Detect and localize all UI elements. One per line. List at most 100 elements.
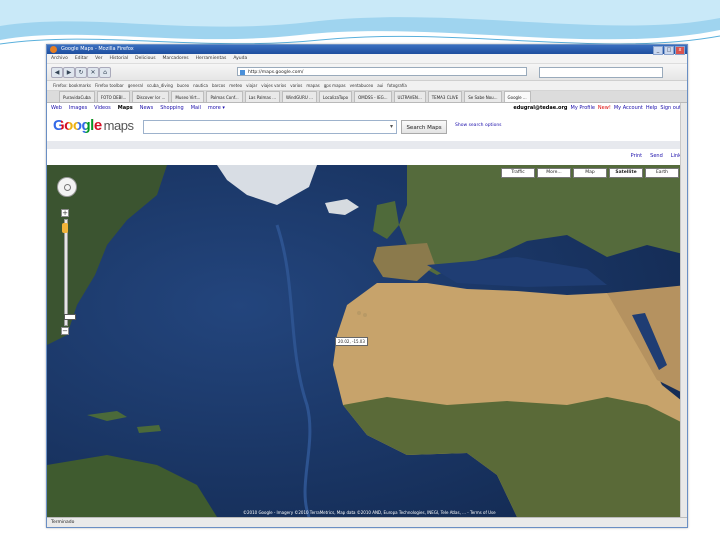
bookmark-item[interactable]: aui bbox=[377, 81, 383, 90]
tab[interactable]: Palmas Conf... bbox=[206, 91, 243, 102]
site-favicon bbox=[240, 70, 245, 75]
maps-search-input[interactable]: ▾ bbox=[143, 120, 397, 134]
chevron-down-icon[interactable]: ▾ bbox=[390, 123, 393, 130]
show-search-options-link[interactable]: Show search options bbox=[455, 123, 502, 128]
bookmark-item[interactable]: meteo bbox=[229, 81, 242, 90]
satellite-button[interactable]: Satellite bbox=[609, 168, 643, 178]
google-maps-logo[interactable]: Google maps bbox=[53, 117, 134, 134]
my-profile-link[interactable]: My Profile bbox=[571, 103, 595, 113]
bookmarks-toolbar: Firefox: bookmarks Firefox toolbar gener… bbox=[47, 81, 687, 91]
stop-button[interactable]: ✕ bbox=[87, 67, 99, 78]
page-content: Web Images Videos Maps News Shopping Mai… bbox=[47, 103, 687, 517]
menu-historial[interactable]: Historial bbox=[110, 54, 129, 63]
bookmark-item[interactable]: ventabuceo bbox=[350, 81, 374, 90]
bookmark-item[interactable]: mapas bbox=[306, 81, 319, 90]
tab[interactable]: Museo Virt... bbox=[171, 91, 205, 102]
nav-more[interactable]: more ▾ bbox=[208, 103, 225, 113]
tab[interactable]: ULTRAVEN... bbox=[393, 91, 426, 102]
pan-control[interactable] bbox=[57, 177, 77, 197]
zoom-slider-thumb[interactable] bbox=[64, 314, 76, 320]
bookmark-item[interactable]: viajes varios bbox=[261, 81, 286, 90]
home-button[interactable]: ⌂ bbox=[99, 67, 111, 78]
satellite-map[interactable]: Traffic More... Map Satellite Earth + − … bbox=[47, 165, 687, 517]
menu-herramientas[interactable]: Herramientas bbox=[196, 54, 227, 63]
window-title: Google Maps - Mozilla Firefox bbox=[61, 46, 134, 52]
bookmark-item[interactable]: viajar bbox=[246, 81, 257, 90]
zoom-out-button[interactable]: − bbox=[61, 327, 69, 335]
status-bar: Terminado bbox=[47, 517, 687, 527]
minimize-button[interactable]: _ bbox=[653, 46, 663, 55]
search-maps-button[interactable]: Search Maps bbox=[401, 120, 447, 134]
map-attribution: ©2010 Google - Imagery ©2010 TerraMetric… bbox=[243, 510, 496, 515]
menu-delicious[interactable]: Delicious bbox=[135, 54, 155, 63]
send-link[interactable]: Send bbox=[650, 153, 663, 159]
nav-news[interactable]: News bbox=[140, 103, 154, 113]
nav-videos[interactable]: Videos bbox=[94, 103, 111, 113]
tab[interactable]: OMDSS - IEG... bbox=[354, 91, 392, 102]
tab[interactable]: Se Sabe Nou... bbox=[464, 91, 502, 102]
nav-shopping[interactable]: Shopping bbox=[160, 103, 183, 113]
window-controls: _ □ x bbox=[653, 46, 685, 55]
forward-button[interactable]: ▶ bbox=[63, 67, 75, 78]
bookmark-item[interactable]: barcos bbox=[212, 81, 225, 90]
more-button[interactable]: More... bbox=[537, 168, 571, 178]
navigation-toolbar: ◀ ▶ ↻ ✕ ⌂ http://maps.google.com/ bbox=[47, 64, 687, 81]
bookmark-item[interactable]: scuba_diving bbox=[147, 81, 173, 90]
bookmark-item[interactable]: varios bbox=[290, 81, 302, 90]
nav-web[interactable]: Web bbox=[51, 103, 62, 113]
canary-islands bbox=[363, 313, 367, 317]
logo-google: Google bbox=[53, 117, 102, 134]
tab[interactable]: TEMA3 CLIVE bbox=[427, 91, 463, 102]
logo-maps: maps bbox=[103, 118, 134, 133]
bookmark-item[interactable]: general bbox=[128, 81, 143, 90]
pegman-icon[interactable] bbox=[62, 223, 68, 233]
map-actions: Print Send Link bbox=[631, 153, 681, 159]
new-badge[interactable]: New! bbox=[598, 103, 611, 113]
close-button[interactable]: x bbox=[675, 46, 685, 55]
canary-islands bbox=[357, 311, 361, 315]
url-bar[interactable]: http://maps.google.com/ bbox=[237, 67, 527, 76]
bookmark-item[interactable]: Firefox toolbar bbox=[95, 81, 124, 90]
map-type-controls: Traffic More... Map Satellite Earth bbox=[501, 168, 679, 178]
tab[interactable]: FOTO DEBI... bbox=[96, 91, 131, 102]
tab[interactable]: WindGURU ... bbox=[282, 91, 317, 102]
browser-search-input[interactable] bbox=[539, 67, 663, 78]
google-nav-bar: Web Images Videos Maps News Shopping Mai… bbox=[47, 103, 687, 113]
bookmark-item[interactable]: Firefox: bookmarks bbox=[53, 81, 91, 90]
bookmark-item[interactable]: nautica bbox=[193, 81, 208, 90]
traffic-button[interactable]: Traffic bbox=[501, 168, 535, 178]
header-divider bbox=[47, 141, 687, 149]
earth-button[interactable]: Earth bbox=[645, 168, 679, 178]
tab-strip: PuravidaCuba FOTO DEBI... Discover lor .… bbox=[47, 91, 687, 103]
bookmark-item[interactable]: buceo bbox=[177, 81, 189, 90]
bookmark-item[interactable]: gps mapas bbox=[324, 81, 346, 90]
menu-archivo[interactable]: Archivo bbox=[51, 54, 68, 63]
vertical-scrollbar[interactable] bbox=[680, 103, 687, 517]
tab[interactable]: PuravidaCuba bbox=[59, 91, 95, 102]
nav-mail[interactable]: Mail bbox=[191, 103, 201, 113]
map-button[interactable]: Map bbox=[573, 168, 607, 178]
tab-google-maps[interactable]: Google ... bbox=[503, 91, 531, 102]
firefox-icon bbox=[50, 46, 57, 53]
maximize-button[interactable]: □ bbox=[664, 46, 674, 55]
menu-editar[interactable]: Editar bbox=[75, 54, 88, 63]
menu-ver[interactable]: Ver bbox=[95, 54, 102, 63]
tab[interactable]: Discover lor ... bbox=[132, 91, 170, 102]
back-button[interactable]: ◀ bbox=[51, 67, 63, 78]
zoom-in-button[interactable]: + bbox=[61, 209, 69, 217]
my-account-link[interactable]: My Account bbox=[614, 103, 643, 113]
reload-button[interactable]: ↻ bbox=[75, 67, 87, 78]
tab[interactable]: LocalizaTopo bbox=[318, 91, 353, 102]
nav-maps[interactable]: Maps bbox=[118, 103, 133, 113]
nav-images[interactable]: Images bbox=[69, 103, 87, 113]
tab[interactable]: Las Palmas ... bbox=[244, 91, 281, 102]
menu-marcadores[interactable]: Marcadores bbox=[163, 54, 189, 63]
bookmark-item[interactable]: fotografía bbox=[387, 81, 406, 90]
account-links: edugral@tedae.org My Profile New! My Acc… bbox=[513, 103, 681, 113]
menu-ayuda[interactable]: Ayuda bbox=[233, 54, 247, 63]
coordinate-tooltip: 20.02, -15.03 bbox=[335, 337, 368, 346]
print-link[interactable]: Print bbox=[631, 153, 643, 159]
help-link[interactable]: Help bbox=[646, 103, 657, 113]
sign-out-link[interactable]: Sign out bbox=[660, 103, 681, 113]
zoom-slider[interactable] bbox=[64, 219, 76, 326]
